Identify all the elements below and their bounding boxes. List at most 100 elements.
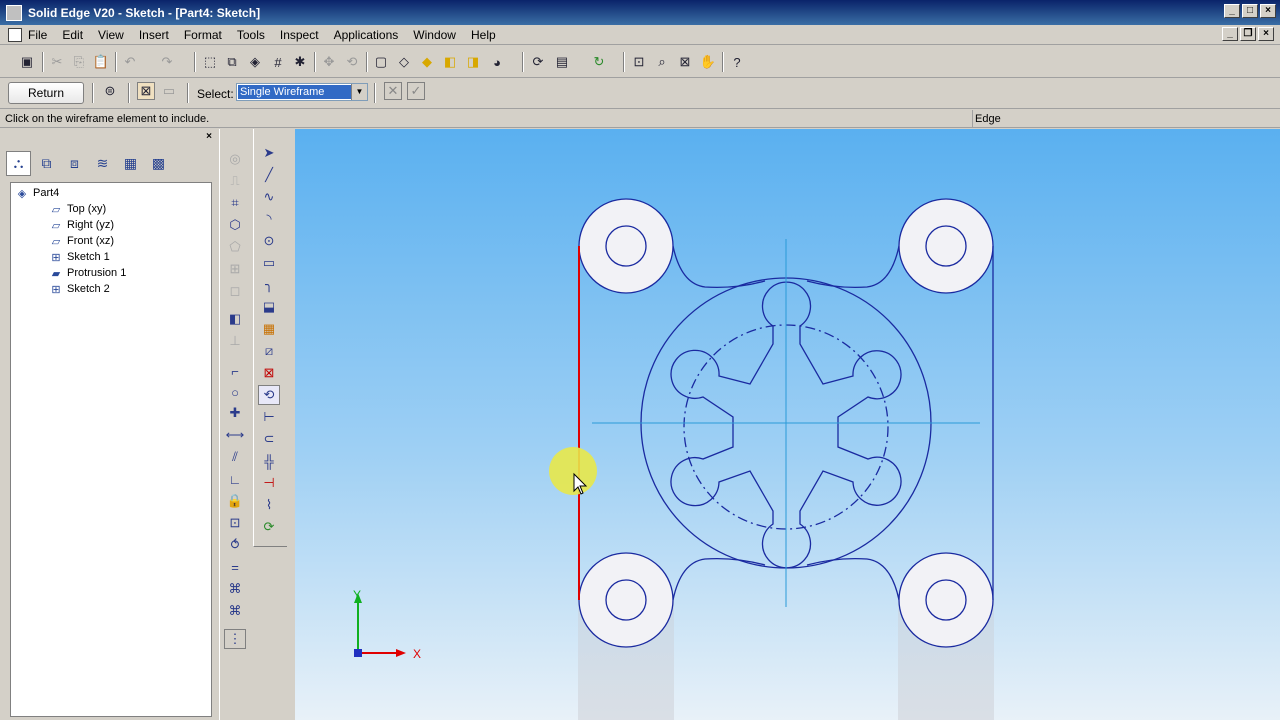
tree-item-front[interactable]: ▱ Front (xz)	[49, 233, 114, 249]
tree-item-top[interactable]: ▱ Top (xy)	[49, 201, 106, 217]
doc-minimize-button[interactable]: _	[1222, 27, 1238, 41]
select-filter-icon[interactable]: ⊠	[137, 82, 155, 100]
accept-icon[interactable]: ✓	[407, 82, 425, 100]
wire-shade-icon[interactable]: ◨	[464, 53, 482, 71]
update-icon[interactable]: ↻	[590, 53, 608, 71]
parts-tab-icon[interactable]: ⧈	[62, 151, 87, 176]
shaded-icon[interactable]: ◆	[418, 53, 436, 71]
project-icon[interactable]: ⊞	[224, 259, 246, 279]
include-dim-icon[interactable]: ◻	[224, 281, 246, 301]
view-front-icon[interactable]: ▢	[372, 53, 390, 71]
smart-dimension-icon[interactable]: ⊢	[258, 407, 280, 427]
close-button[interactable]: ×	[1260, 4, 1276, 18]
include-icon[interactable]: ◧	[224, 309, 246, 329]
equal-icon[interactable]: =	[224, 557, 246, 577]
tree-item-right[interactable]: ▱ Right (yz)	[49, 217, 114, 233]
curve-icon[interactable]: ∿	[258, 187, 280, 207]
point-icon[interactable]: ✚	[224, 403, 246, 423]
tree-root[interactable]: ◈ Part4	[15, 185, 60, 201]
rectangle-icon[interactable]: ▭	[258, 253, 280, 273]
deselect-icon[interactable]: ✕	[384, 82, 402, 100]
menu-tools[interactable]: Tools	[237, 28, 265, 42]
pathfinder-tab-icon[interactable]: ⛬	[6, 151, 31, 176]
select-tool-icon[interactable]: ⬚	[201, 53, 219, 71]
view-iso-icon[interactable]: ◇	[395, 53, 413, 71]
perpendicular-icon[interactable]: ∟	[224, 469, 246, 489]
layers-tab-icon[interactable]: ≋	[90, 151, 115, 176]
menu-inspect[interactable]: Inspect	[280, 28, 319, 42]
corner-icon[interactable]: ⌐	[224, 361, 246, 381]
tree-item-sketch1[interactable]: ⊞ Sketch 1	[49, 249, 109, 265]
menu-window[interactable]: Window	[413, 28, 456, 42]
zoom-area-icon[interactable]: ⧉	[223, 53, 241, 71]
line-icon[interactable]: ╱	[258, 165, 280, 185]
snap-icon[interactable]: ◈	[246, 53, 264, 71]
redo-icon[interactable]: ↷	[158, 53, 176, 71]
menu-format[interactable]: Format	[184, 28, 222, 42]
select-dropdown[interactable]: Single Wireframe ▼	[236, 83, 368, 101]
layers-icon[interactable]: ▤	[553, 53, 571, 71]
save-icon[interactable]: ▣	[18, 53, 36, 71]
menu-file[interactable]: File	[28, 28, 47, 42]
menu-view[interactable]: View	[98, 28, 124, 42]
maximize-button[interactable]: □	[1242, 4, 1258, 18]
arc-icon[interactable]: ◝	[258, 209, 280, 229]
relationship-assistant-icon[interactable]: ⟳	[258, 517, 280, 537]
trim-icon[interactable]: ⊥	[224, 331, 246, 351]
chevron-down-icon[interactable]: ▼	[351, 84, 367, 100]
rigid-set-icon[interactable]: ⊡	[224, 513, 246, 533]
refresh-icon[interactable]: ⟳	[529, 53, 547, 71]
undo-icon[interactable]: ↶	[121, 53, 139, 71]
zoom-area-icon-2[interactable]: ⊡	[630, 53, 648, 71]
select-arrow-icon[interactable]: ➤	[258, 143, 280, 163]
minimize-button[interactable]: _	[1224, 4, 1240, 18]
include-edge-icon[interactable]: ⟲	[258, 385, 280, 405]
menu-edit[interactable]: Edit	[62, 28, 83, 42]
sensors-tab-icon[interactable]: ▩	[146, 151, 171, 176]
mirror-icon[interactable]: ⌘	[224, 601, 246, 621]
chamfer-icon[interactable]: ⬠	[224, 237, 246, 257]
intellisketch-icon[interactable]: ✱	[291, 53, 309, 71]
pan-icon[interactable]: ✋	[699, 53, 717, 71]
menu-help[interactable]: Help	[471, 28, 496, 42]
select-chain-icon[interactable]: ▭	[160, 82, 178, 100]
fillet-sketch-icon[interactable]: ⌗	[224, 193, 246, 213]
options-icon[interactable]: ⊜	[101, 82, 119, 100]
shaded-edges-icon[interactable]: ◧	[441, 53, 459, 71]
doc-restore-button[interactable]: ❐	[1240, 27, 1256, 41]
close-panel-icon[interactable]: ×	[203, 132, 215, 143]
graphics-window[interactable]: Y X	[295, 129, 1280, 720]
offset-icon[interactable]: ⬡	[224, 215, 246, 235]
connect-icon[interactable]: ⎍	[224, 171, 246, 191]
symmetric-icon[interactable]: ⌘	[224, 579, 246, 599]
grid-icon[interactable]: #	[269, 53, 287, 71]
sketch-canvas[interactable]: Y X	[295, 129, 1280, 720]
dimension-arc-icon[interactable]: ⊂	[258, 429, 280, 449]
circle-icon[interactable]: ⊙	[258, 231, 280, 251]
tree-item-sketch2[interactable]: ⊞ Sketch 2	[49, 281, 109, 297]
sphere-icon[interactable]: ◕	[488, 53, 506, 71]
return-button[interactable]: Return	[8, 82, 84, 104]
offset-curve-icon[interactable]: ⬓	[258, 297, 280, 317]
relationship-handles-icon[interactable]: ⋮	[224, 629, 246, 649]
construction-icon[interactable]: ⌇	[258, 495, 280, 515]
menu-insert[interactable]: Insert	[139, 28, 169, 42]
cut-icon[interactable]: ✂	[48, 53, 66, 71]
horizontal-icon[interactable]: ⟷	[224, 425, 246, 445]
fillet-icon[interactable]: ╮	[258, 275, 280, 295]
trim-curve-icon[interactable]: ⧄	[258, 341, 280, 361]
copy-icon[interactable]: ⎘	[70, 53, 88, 71]
angle-icon[interactable]: ⊣	[258, 473, 280, 493]
extend-icon[interactable]: ⊠	[258, 363, 280, 383]
help-icon[interactable]: ?	[728, 53, 746, 71]
doc-close-button[interactable]: ×	[1258, 27, 1274, 41]
distance-icon[interactable]: ╬	[258, 451, 280, 471]
parallel-icon[interactable]: ⫽	[224, 447, 246, 467]
fill-icon[interactable]: ▦	[258, 319, 280, 339]
paste-icon[interactable]: 📋	[92, 53, 110, 71]
lock-icon[interactable]: 🔒	[224, 491, 246, 511]
features-tab-icon[interactable]: ⧉	[34, 151, 59, 176]
zoom-icon[interactable]: ⌕	[653, 53, 671, 71]
library-tab-icon[interactable]: ▦	[118, 151, 143, 176]
tree-item-protrusion1[interactable]: ▰ Protrusion 1	[49, 265, 127, 281]
